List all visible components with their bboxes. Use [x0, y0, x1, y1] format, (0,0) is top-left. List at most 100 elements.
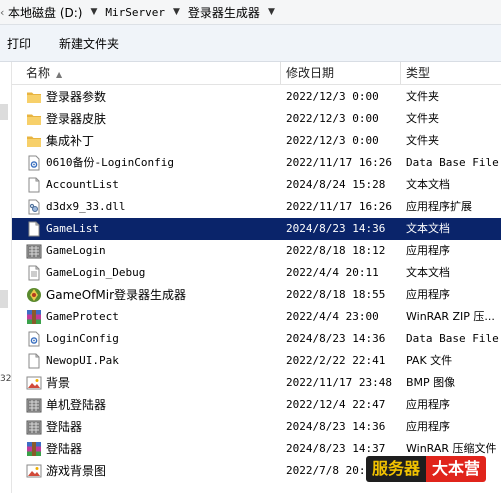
file-type: BMP 图像 [406, 376, 456, 389]
file-type: 文件夹 [406, 134, 439, 147]
file-type: Data Base File [406, 156, 499, 169]
file-name: 登录器皮肤 [46, 112, 107, 126]
file-list: 登录器参数 2022/12/3 0:00 文件夹 登录器皮肤 2022/12/3… [12, 86, 501, 493]
file-modified-date: 2022/8/18 18:12 [286, 244, 386, 257]
file-row[interactable]: 背景 2022/11/17 23:48 BMP 图像 [12, 372, 501, 394]
file-type: WinRAR ZIP 压... [406, 310, 495, 323]
file-row[interactable]: 单机登陆器 2022/12/4 22:47 应用程序 [12, 394, 501, 416]
file-type: 应用程序 [406, 244, 450, 257]
file-type: 应用程序 [406, 420, 450, 433]
file-row[interactable]: 登录器皮肤 2022/12/3 0:00 文件夹 [12, 108, 501, 130]
file-row[interactable]: LoginConfig 2024/8/23 14:36 Data Base Fi… [12, 328, 501, 350]
file-row[interactable]: GameLogin 2022/8/18 18:12 应用程序 [12, 240, 501, 262]
file-row[interactable]: GameOfMir登录器生成器 2022/8/18 18:55 应用程序 [12, 284, 501, 306]
file-row[interactable]: 0610备份-LoginConfig 2022/11/17 16:26 Data… [12, 152, 501, 174]
image-file-icon [26, 375, 42, 391]
file-name: GameLogin [46, 244, 106, 257]
address-breadcrumb[interactable]: ‹ 本地磁盘 (D:) ▼ MirServer ▼ 登录器生成器 ▼ [0, 0, 501, 25]
file-name: GameList [46, 222, 99, 235]
file-name: GameOfMir登录器生成器 [46, 288, 187, 302]
column-header-name[interactable]: 名称 ▲ [26, 62, 62, 84]
file-name: 背景 [46, 376, 71, 390]
file-name: 游戏背景图 [46, 464, 107, 478]
file-modified-date: 2024/8/23 14:36 [286, 420, 386, 433]
file-row[interactable]: d3dx9_33.dll 2022/11/17 16:26 应用程序扩展 [12, 196, 501, 218]
nav-item-highlight[interactable] [0, 290, 8, 308]
column-divider[interactable] [400, 62, 401, 84]
app-icon [26, 397, 42, 413]
file-modified-date: 2022/8/18 18:55 [286, 288, 386, 301]
file-name: 登陆器 [46, 442, 83, 456]
new-folder-button[interactable]: 新建文件夹 [52, 35, 126, 52]
nav-pane-label: 32 [0, 374, 12, 384]
config-file-icon [26, 155, 42, 171]
file-modified-date: 2022/4/4 23:00 [286, 310, 379, 323]
file-name: d3dx9_33.dll [46, 200, 126, 213]
file-modified-date: 2022/11/17 16:26 [286, 156, 392, 169]
file-row[interactable]: GameProtect 2022/4/4 23:00 WinRAR ZIP 压.… [12, 306, 501, 328]
file-type: PAK 文件 [406, 354, 453, 367]
app-icon [26, 419, 42, 435]
file-type: 应用程序 [406, 398, 450, 411]
winrar-icon [26, 441, 42, 457]
file-modified-date: 2022/7/8 20:37 [286, 464, 379, 477]
file-modified-date: 2022/4/4 20:11 [286, 266, 379, 279]
breadcrumb-item-drive[interactable]: 本地磁盘 (D:) [6, 4, 84, 21]
column-header-modified[interactable]: 修改日期 [286, 62, 334, 84]
folder-icon [26, 133, 42, 149]
column-header-name-label: 名称 [26, 66, 51, 80]
file-row[interactable]: AccountList 2024/8/24 15:28 文本文档 [12, 174, 501, 196]
column-headers: 名称 ▲ 修改日期 类型 [12, 62, 501, 85]
column-header-type[interactable]: 类型 [406, 62, 430, 84]
file-type: 文本文档 [406, 266, 450, 279]
column-divider[interactable] [280, 62, 281, 84]
navigation-pane[interactable]: 32 [0, 62, 12, 493]
sort-ascending-icon: ▲ [56, 70, 63, 79]
dll-file-icon [26, 199, 42, 215]
file-type: 应用程序扩展 [406, 200, 472, 213]
file-type: 文本文档 [406, 178, 450, 191]
app-icon [26, 243, 42, 259]
breadcrumb-item-mirserver[interactable]: MirServer [103, 6, 167, 19]
blank-file-icon [26, 353, 42, 369]
chevron-down-icon[interactable]: ▼ [84, 7, 103, 17]
file-name: 登陆器 [46, 420, 83, 434]
file-row[interactable]: GameLogin_Debug 2022/4/4 20:11 文本文档 [12, 262, 501, 284]
text-file-icon [26, 177, 42, 193]
file-modified-date: 2022/11/17 23:48 [286, 376, 392, 389]
file-type: Data Base File [406, 332, 499, 345]
file-row[interactable]: 登陆器 2024/8/23 14:36 应用程序 [12, 416, 501, 438]
chevron-down-icon[interactable]: ▼ [262, 7, 281, 17]
folder-icon [26, 89, 42, 105]
file-modified-date: 2022/2/22 22:41 [286, 354, 386, 367]
file-name: 登录器参数 [46, 90, 107, 104]
file-type: 文件夹 [406, 90, 439, 103]
file-name: GameLogin_Debug [46, 266, 146, 279]
folder-icon [26, 111, 42, 127]
nav-item-highlight[interactable] [0, 104, 8, 120]
file-row[interactable]: 登录器参数 2022/12/3 0:00 文件夹 [12, 86, 501, 108]
breadcrumb-item-generator-folder[interactable]: 登录器生成器 [186, 4, 262, 21]
text-file-icon [26, 265, 42, 281]
print-button[interactable]: 打印 [0, 35, 38, 52]
watermark-part1: 服务器 [366, 456, 427, 482]
config-file-icon [26, 331, 42, 347]
file-name: GameProtect [46, 310, 119, 323]
file-modified-date: 2022/12/3 0:00 [286, 134, 379, 147]
file-modified-date: 2024/8/23 14:36 [286, 222, 386, 235]
chevron-down-icon[interactable]: ▼ [167, 7, 186, 17]
watermark-logo: 服务器 大本营 [366, 456, 487, 482]
file-modified-date: 2022/12/3 0:00 [286, 90, 379, 103]
file-name: AccountList [46, 178, 119, 191]
file-row[interactable]: NewopUI.Pak 2022/2/22 22:41 PAK 文件 [12, 350, 501, 372]
file-name: 集成补丁 [46, 134, 95, 148]
file-row-selected[interactable]: GameList 2024/8/23 14:36 文本文档 [12, 218, 501, 240]
file-modified-date: 2024/8/24 15:28 [286, 178, 386, 191]
file-name: NewopUI.Pak [46, 354, 119, 367]
generator-app-icon [26, 287, 42, 303]
file-modified-date: 2022/12/3 0:00 [286, 112, 379, 125]
file-type: 文本文档 [406, 222, 450, 235]
file-modified-date: 2022/12/4 22:47 [286, 398, 386, 411]
file-type: 文件夹 [406, 112, 439, 125]
file-row[interactable]: 集成补丁 2022/12/3 0:00 文件夹 [12, 130, 501, 152]
